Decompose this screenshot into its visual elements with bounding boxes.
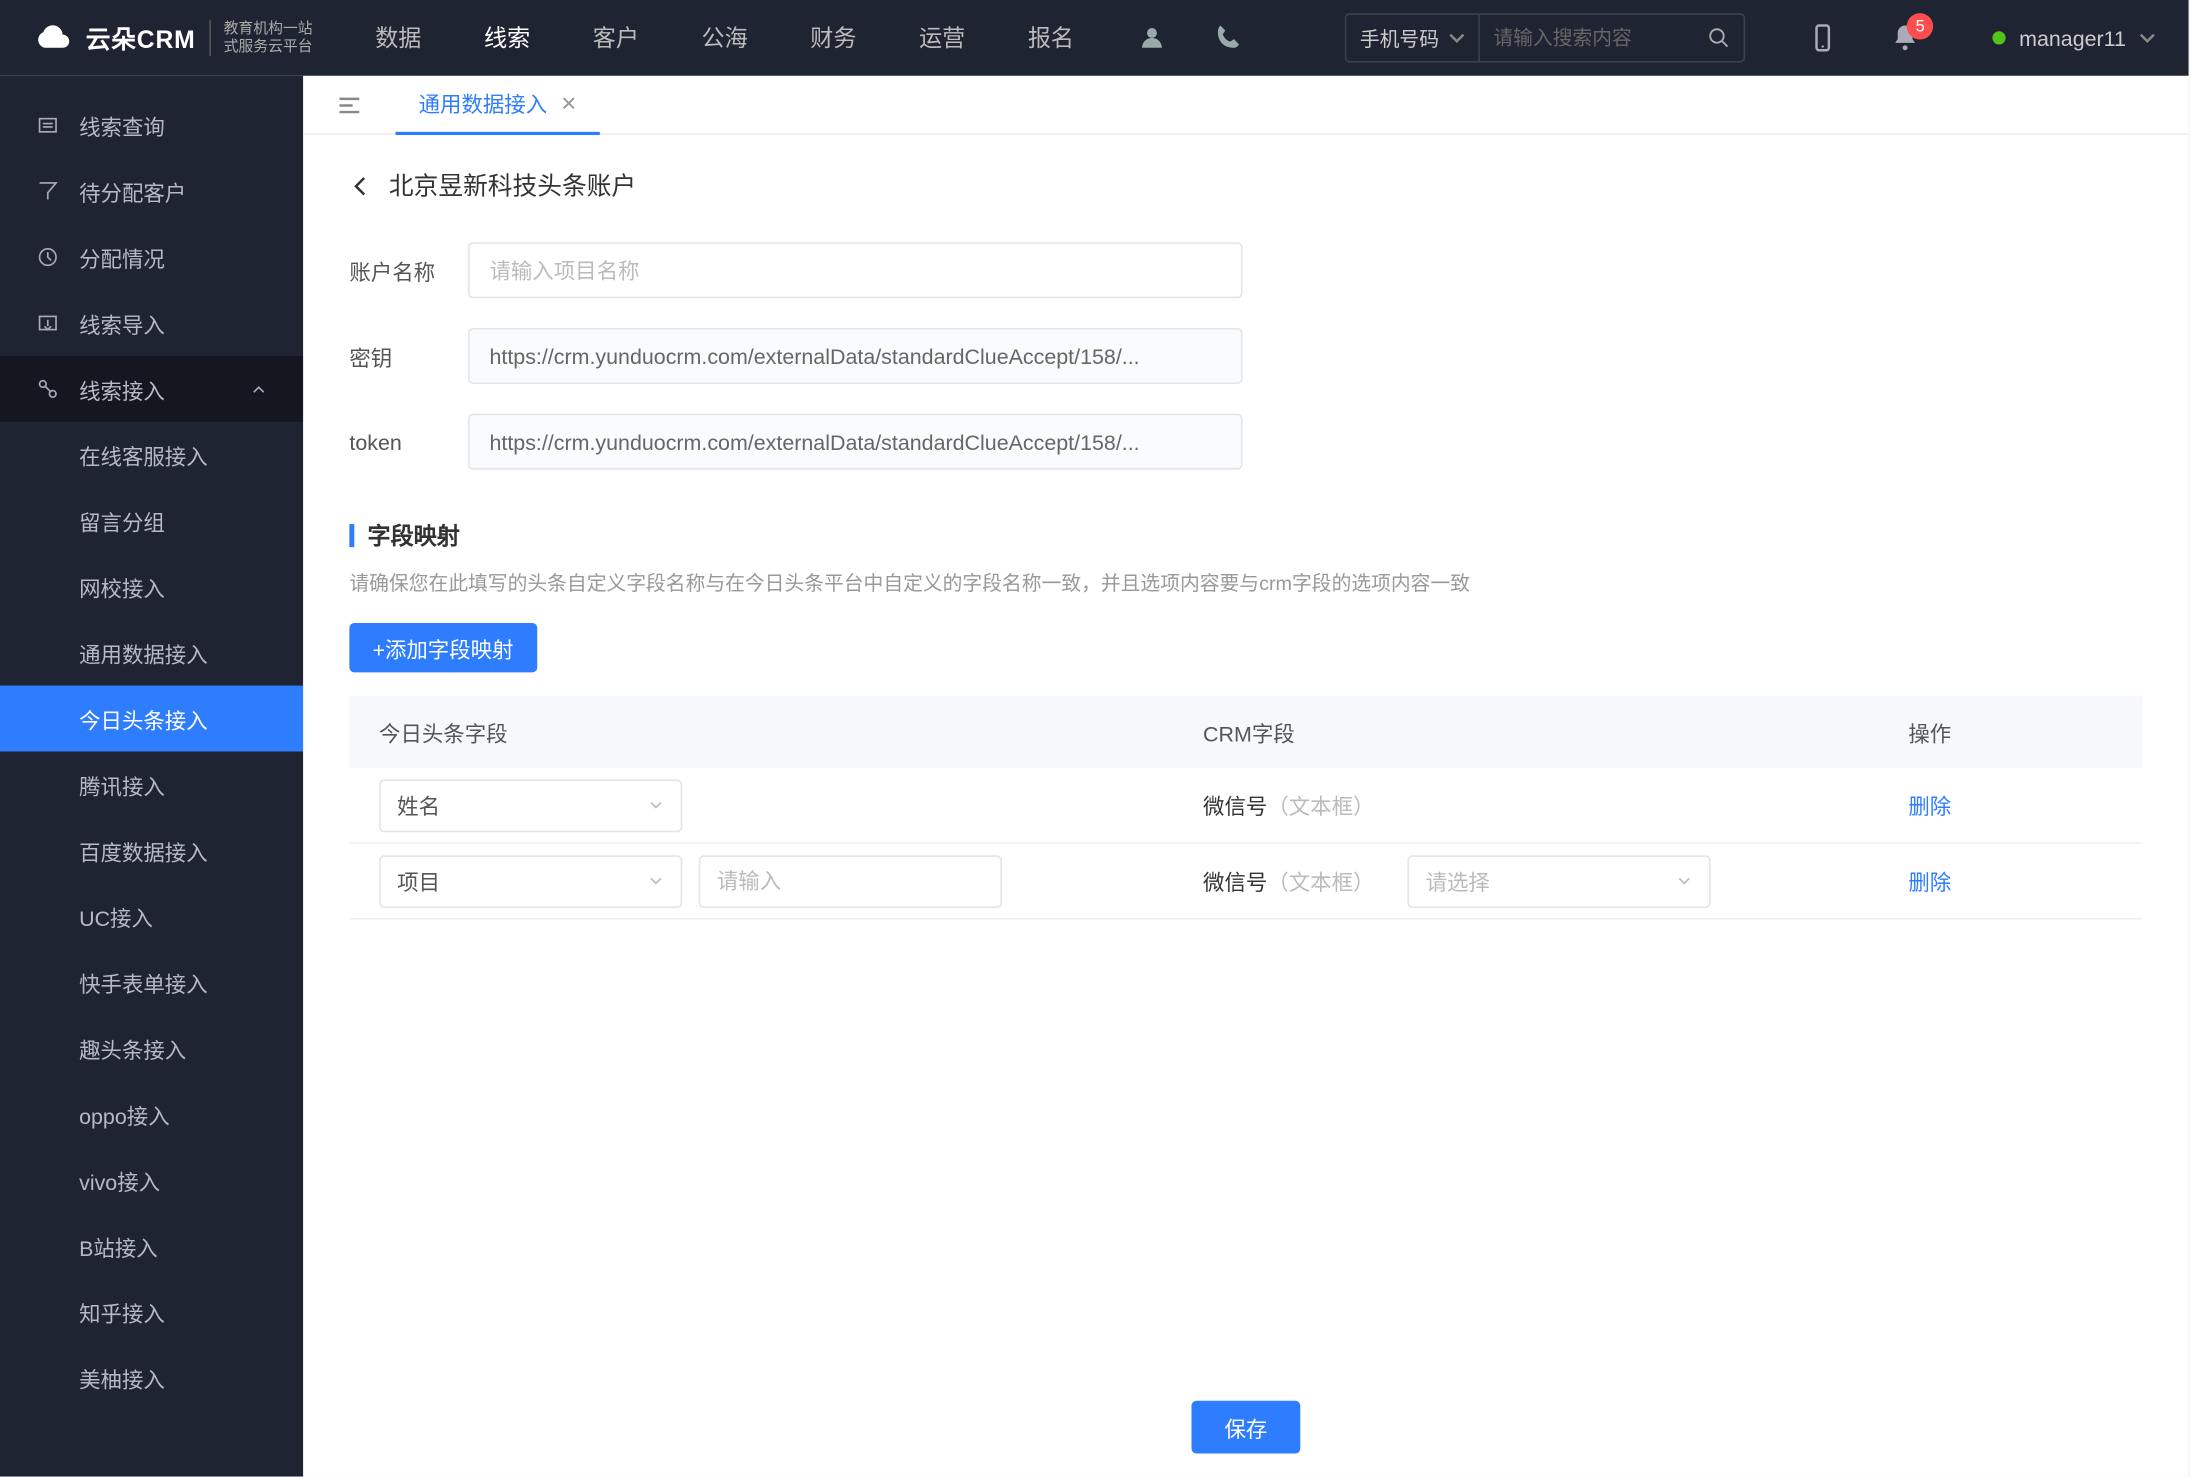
notification-badge: 5 [1907,13,1933,39]
username: manager11 [2019,26,2126,51]
content: 北京昱新科技头条账户 账户名称 密钥 token 字段映射 [303,135,2188,1476]
sidebar-sub-item[interactable]: UC接入 [0,883,303,949]
menu-icon [36,180,59,203]
account-name-input[interactable] [468,242,1243,298]
nav-item[interactable]: 数据 [375,21,421,54]
logo-brand: 云朵CRM [86,21,196,56]
nav-item[interactable]: 线索 [484,21,530,54]
crm-select[interactable]: 请选择 [1407,854,1710,907]
mapping-table: 今日头条字段 CRM字段 操作 姓名微信号（文本框）删除项目微信号（文本框）请选… [349,695,2142,919]
status-dot [1993,31,2006,44]
sidebar-sub-item[interactable]: vivo接入 [0,1147,303,1213]
header-icons [1137,23,1242,53]
delete-link[interactable]: 删除 [1908,870,1951,895]
breadcrumb-text: 北京昱新科技头条账户 [389,168,636,203]
sidebar-sub-item[interactable]: 趣头条接入 [0,1015,303,1081]
chevron-down-icon [1449,30,1465,46]
breadcrumb[interactable]: 北京昱新科技头条账户 [349,168,2142,203]
sidebar-sub-item[interactable]: 留言分组 [0,488,303,554]
add-mapping-button[interactable]: +添加字段映射 [349,623,536,672]
save-button[interactable]: 保存 [1191,1401,1300,1454]
search-button[interactable] [1694,15,1743,61]
token-label: token [349,429,468,454]
tabbar: 通用数据接入 ✕ [303,76,2188,135]
menu-icon [36,114,59,137]
name-label: 账户名称 [349,255,468,286]
sidebar-sub-item[interactable]: 在线客服接入 [0,422,303,488]
top-nav: 数据 线索 客户 公海 财务 运营 报名 [375,21,1074,54]
field-text-input[interactable] [699,854,1002,907]
crm-field-label: 微信号（文本框） [1203,865,1374,896]
header: 云朵CRM 教育机构一站 式服务云平台 数据 线索 客户 公海 财务 运营 报名 手机号码 [0,0,2189,76]
field-select[interactable]: 项目 [379,854,682,907]
secret-input[interactable] [468,328,1243,384]
nav-item[interactable]: 客户 [593,21,639,54]
header-right: 5 manager11 [1808,23,2155,53]
table-row: 项目 微信号（文本框） 请选择 删除 [349,844,2142,920]
sidebar-sub-item[interactable]: 通用数据接入 [0,620,303,686]
chevron-down-icon [648,797,664,813]
sidebar-sub-item[interactable]: oppo接入 [0,1081,303,1147]
sidebar-sub-item[interactable]: 百度数据接入 [0,817,303,883]
section-title: 字段映射 [349,519,2142,552]
nav-item[interactable]: 运营 [919,21,965,54]
chevron-down-icon [648,873,664,889]
plug-icon [36,377,59,400]
sidebar: 线索查询待分配客户分配情况线索导入线索接入在线客服接入留言分组网校接入通用数据接… [0,76,303,1477]
sidebar-item[interactable]: 待分配客户 [0,158,303,224]
section-bar [349,524,354,547]
person-icon[interactable] [1137,23,1167,53]
chevron-up-icon [250,381,266,397]
search-type-select[interactable]: 手机号码 [1347,15,1481,61]
main: 通用数据接入 ✕ 北京昱新科技头条账户 账户名称 密钥 t [303,76,2188,1477]
nav-item[interactable]: 财务 [810,21,856,54]
tab-active[interactable]: 通用数据接入 ✕ [396,76,600,135]
menu-icon [36,246,59,269]
sidebar-sub-item[interactable]: 今日头条接入 [0,686,303,752]
delete-link[interactable]: 删除 [1908,794,1951,819]
section-help: 请确保您在此填写的头条自定义字段名称与在今日头条平台中自定义的字段名称一致，并且… [349,569,2142,597]
footer: 保存 [303,1401,2188,1454]
sidebar-item[interactable]: 线索查询 [0,92,303,158]
sidebar-sub-item[interactable]: 知乎接入 [0,1279,303,1345]
collapse-icon[interactable] [336,91,362,117]
token-input[interactable] [468,414,1243,470]
close-icon[interactable]: ✕ [560,91,577,114]
table-header: 今日头条字段 CRM字段 操作 [349,695,2142,768]
chevron-down-icon [1676,873,1692,889]
sidebar-sub-item[interactable]: B站接入 [0,1213,303,1279]
search-icon [1708,26,1731,49]
sidebar-sub-item[interactable]: 腾讯接入 [0,751,303,817]
user-menu[interactable]: manager11 [1993,26,2156,51]
menu-icon [36,311,59,334]
logo-sub: 教育机构一站 式服务云平台 [209,20,313,56]
cloud-icon [33,21,73,54]
sidebar-sub-item[interactable]: 网校接入 [0,554,303,620]
mobile-icon[interactable] [1808,23,1838,53]
phone-icon[interactable] [1212,23,1242,53]
nav-item[interactable]: 报名 [1028,21,1074,54]
nav-item[interactable]: 公海 [702,21,748,54]
table-row: 姓名 微信号（文本框） 删除 [349,768,2142,844]
sidebar-sub-item[interactable]: 快手表单接入 [0,949,303,1015]
crm-field-label: 微信号（文本框） [1203,789,1374,820]
sidebar-sub-item[interactable]: 美柚接入 [0,1345,303,1411]
chevron-down-icon [2139,30,2155,46]
sidebar-item[interactable]: 线索导入 [0,290,303,356]
sidebar-item[interactable]: 分配情况 [0,224,303,290]
search-input[interactable] [1480,26,1694,49]
back-icon [349,174,372,197]
sidebar-item-expand[interactable]: 线索接入 [0,356,303,422]
notifications[interactable]: 5 [1891,23,1921,53]
search-box: 手机号码 [1345,13,1745,62]
field-select[interactable]: 姓名 [379,779,682,832]
logo: 云朵CRM 教育机构一站 式服务云平台 [33,20,313,56]
secret-label: 密钥 [349,340,468,371]
